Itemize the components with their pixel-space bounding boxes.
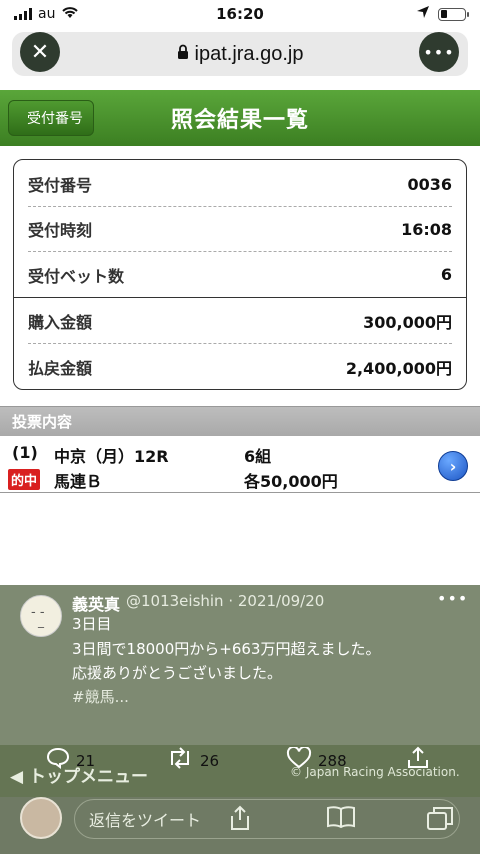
- bet-combos: 6組: [244, 447, 272, 466]
- receipt-label: 払戻金額: [28, 358, 93, 378]
- reply-count: 21: [76, 752, 96, 770]
- page-header: 受付番号 照会結果一覧: [0, 90, 480, 146]
- receipt-value: 0036: [407, 174, 452, 194]
- battery-icon: [438, 7, 469, 21]
- receipt-value: 300,000円: [363, 313, 452, 332]
- avatar[interactable]: [20, 595, 62, 637]
- heart-icon: [286, 745, 312, 775]
- reply-bar: 返信をツイート: [0, 797, 480, 854]
- receipt-label: 受付ベット数: [28, 266, 125, 286]
- receipt-label: 受付時刻: [28, 221, 93, 240]
- retweet-icon: [166, 747, 194, 775]
- reply-placeholder: 返信をツイート: [89, 811, 202, 830]
- tweet-handle-date: @1013eishin · 2021/09/20: [126, 592, 325, 610]
- ellipsis-icon: •••: [423, 42, 455, 62]
- share-icon[interactable]: [228, 805, 252, 837]
- like-count: 288: [318, 752, 347, 770]
- address-bar[interactable]: ipat.jra.go.jp: [12, 32, 468, 76]
- tweet-author-name[interactable]: 義英真: [72, 591, 120, 615]
- close-button[interactable]: ✕: [20, 32, 60, 72]
- chevron-right-icon[interactable]: ›: [438, 451, 468, 481]
- receipt-summary-card: 受付番号 0036 受付時刻 16:08 受付ベット数 6 購入金額 300,0…: [13, 159, 467, 390]
- receipt-label: 購入金額: [28, 313, 93, 332]
- share-icon: [406, 746, 430, 776]
- receipt-value: 16:08: [401, 219, 452, 239]
- receipt-label: 受付番号: [28, 176, 93, 195]
- share-button[interactable]: [406, 746, 430, 776]
- receipt-row: 受付ベット数 6: [28, 252, 452, 297]
- retweet-button[interactable]: 26: [166, 747, 219, 775]
- more-button[interactable]: •••: [419, 32, 459, 72]
- url-domain: ipat.jra.go.jp: [194, 42, 304, 65]
- battery-level: [440, 10, 448, 18]
- receipt-row: 購入金額 300,000円: [28, 299, 452, 344]
- receipt-row: 受付時刻 16:08: [28, 207, 452, 252]
- tweet-more-button[interactable]: •••: [437, 589, 468, 608]
- close-icon: ✕: [30, 39, 50, 65]
- receipt-row: 払戻金額 2,400,000円: [28, 344, 452, 389]
- bet-race: 中京（月）12R: [54, 447, 169, 466]
- tweet-hashtag[interactable]: #競馬...: [72, 686, 129, 707]
- section-title: 投票内容: [0, 406, 480, 436]
- back-button-label: 受付番号: [27, 111, 83, 127]
- bet-amount: 各50,000円: [244, 472, 338, 491]
- hit-badge: 的中: [8, 469, 41, 490]
- bet-number: (1): [12, 443, 38, 462]
- clock: 16:20: [216, 5, 264, 23]
- divider: [14, 297, 466, 298]
- receipt-row: 受付番号 0036: [28, 162, 452, 207]
- tweet-text-line: 3日間で18000円から+663万円超えました。: [72, 640, 381, 658]
- back-button[interactable]: 受付番号: [8, 100, 94, 136]
- reply-icon: [46, 747, 70, 775]
- reply-input[interactable]: 返信をツイート: [74, 799, 460, 839]
- status-bar: au 16:20: [0, 0, 480, 28]
- book-icon[interactable]: [326, 805, 356, 835]
- tweet-text-line: 応援ありがとうございました。: [72, 664, 283, 682]
- lock-icon: [177, 44, 189, 64]
- receipt-value: 2,400,000円: [345, 358, 452, 378]
- retweet-count: 26: [200, 752, 220, 770]
- avatar[interactable]: [20, 797, 62, 839]
- page-title: 照会結果一覧: [170, 108, 309, 133]
- tabs-icon[interactable]: [426, 805, 456, 837]
- receipt-value: 6: [440, 265, 452, 284]
- like-button[interactable]: 288: [286, 745, 347, 775]
- bet-list-item[interactable]: (1) 中京（月）12R 6組 的中 馬連Ｂ 各50,000円 ›: [0, 437, 480, 493]
- tweet-text-line: 3日目: [72, 615, 112, 633]
- reply-button[interactable]: 21: [46, 747, 95, 775]
- bet-type: 馬連Ｂ: [54, 472, 103, 491]
